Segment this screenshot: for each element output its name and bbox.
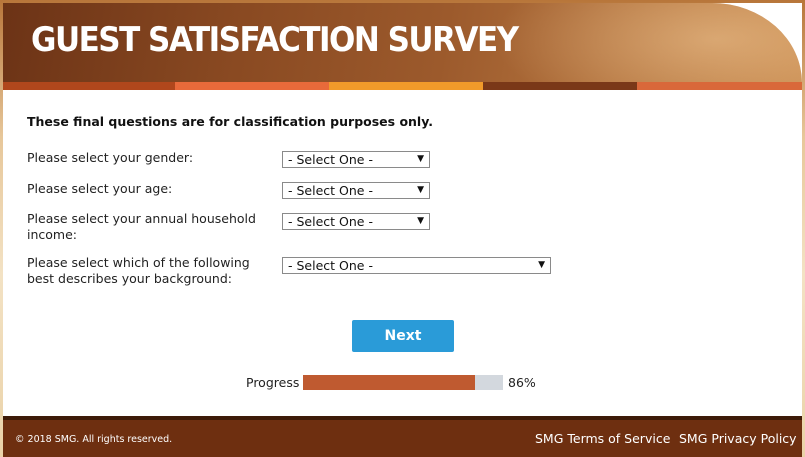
dropdown-arrow-icon: ▼ [417,185,424,195]
copyright-text: © 2018 SMG. All rights reserved. [15,434,173,445]
income-select-value: - Select One - [288,214,373,229]
income-select[interactable]: - Select One - ▼ [282,213,430,230]
gender-label: Please select your gender: [27,150,194,165]
stripe-segment [175,82,329,90]
footer: © 2018 SMG. All rights reserved. SMG Ter… [3,416,802,457]
age-label: Please select your age: [27,181,173,196]
terms-of-service-link[interactable]: SMG Terms of Service [535,431,670,446]
next-button[interactable]: Next [352,320,454,352]
survey-card: GUEST SATISFACTION SURVEY These final qu… [3,3,802,457]
income-label: Please select your annual household inco… [27,211,256,242]
background-select-value: - Select One - [288,258,373,273]
intro-text: These final questions are for classifica… [27,114,433,129]
progress-bar [303,375,503,390]
background-label: Please select which of the following bes… [27,255,250,286]
stripe-segment [483,82,637,90]
privacy-policy-link[interactable]: SMG Privacy Policy [679,431,797,446]
header-stripe [3,82,802,90]
background-select[interactable]: - Select One - ▼ [282,257,551,274]
dropdown-arrow-icon: ▼ [417,154,424,164]
stripe-segment [329,82,483,90]
age-select[interactable]: - Select One - ▼ [282,182,430,199]
gender-select-value: - Select One - [288,152,373,167]
progress-label: Progress [246,375,300,390]
dropdown-arrow-icon: ▼ [417,216,424,226]
stripe-segment [637,82,802,90]
progress-fill [303,375,475,390]
survey-header: GUEST SATISFACTION SURVEY [3,3,802,90]
stripe-segment [3,82,175,90]
gender-select[interactable]: - Select One - ▼ [282,151,430,168]
age-select-value: - Select One - [288,183,373,198]
progress-value: 86% [508,375,536,390]
dropdown-arrow-icon: ▼ [538,260,545,270]
page-title: GUEST SATISFACTION SURVEY [31,21,519,60]
